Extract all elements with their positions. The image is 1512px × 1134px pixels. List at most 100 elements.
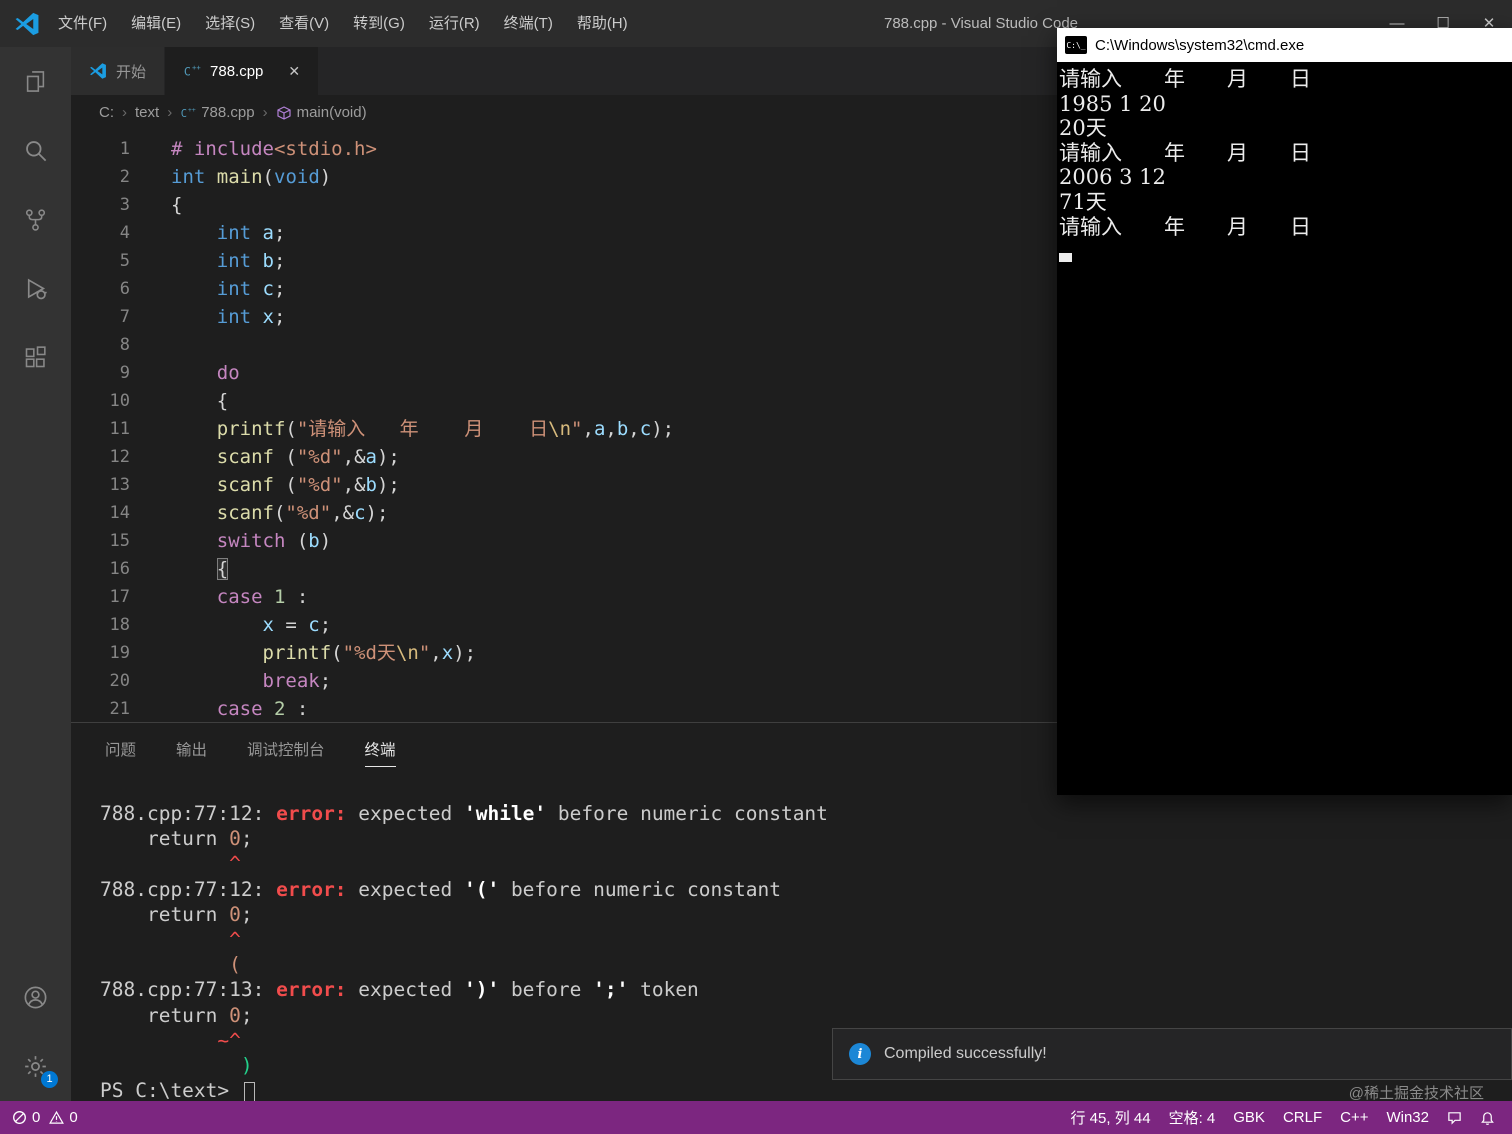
account-icon	[22, 984, 49, 1011]
line-number: 13	[109, 475, 130, 495]
cmd-line: 20天	[1059, 116, 1107, 141]
window-title: 788.cpp - Visual Studio Code	[884, 15, 1079, 32]
breadcrumb-label: main(void)	[296, 104, 367, 121]
code-text: scanf ("%d",&a);	[216, 446, 400, 468]
line-number: 9	[119, 363, 130, 383]
breadcrumb-item[interactable]: text	[135, 104, 159, 121]
line-number: 7	[119, 307, 130, 327]
menu-item[interactable]: 转到(G)	[341, 0, 417, 47]
code-text: int c;	[216, 278, 286, 300]
panel-tab-debug-console[interactable]: 调试控制台	[247, 738, 325, 767]
activity-bar-bottom: 1	[0, 963, 71, 1101]
cmd-window[interactable]: C:\_ C:\Windows\system32\cmd.exe 请输入 年 月…	[1057, 28, 1512, 795]
error-count: 0	[32, 1109, 41, 1126]
terminal-line: return 0;	[100, 827, 253, 851]
terminal-cursor	[243, 1082, 255, 1103]
status-item[interactable]: Win32	[1377, 1109, 1438, 1126]
vscode-logo-icon	[89, 62, 107, 80]
watermark: @稀土掘金技术社区	[1348, 1085, 1484, 1102]
breadcrumb-label: text	[135, 104, 160, 121]
bell-button[interactable]	[1471, 1110, 1504, 1125]
code-text: int a;	[216, 222, 286, 244]
info-icon: i	[849, 1043, 871, 1065]
panel-tab-output[interactable]: 输出	[176, 738, 207, 767]
chevron-right-icon: ›	[262, 104, 268, 121]
terminal-line: PS C:\text>	[100, 1078, 1512, 1103]
problems-indicator[interactable]: 0 0	[0, 1109, 82, 1126]
cmd-console[interactable]: 请输入 年 月 日 1985 1 20 20天 请输入 年 月 日 2006 3 12 7…	[1057, 62, 1512, 795]
breadcrumb-label: C:	[99, 104, 114, 121]
run-debug-button[interactable]	[0, 254, 71, 323]
account-button[interactable]	[0, 963, 71, 1032]
status-item[interactable]: CRLF	[1274, 1109, 1331, 1126]
settings-button[interactable]: 1	[0, 1032, 71, 1101]
code-text: x = c;	[262, 614, 332, 636]
code-text: case 2 :	[216, 698, 309, 720]
tab-788-cpp[interactable]: C ++ 788.cpp ✕	[165, 47, 320, 95]
line-number: 14	[109, 503, 130, 523]
cmd-title-bar[interactable]: C:\_ C:\Windows\system32\cmd.exe	[1057, 28, 1512, 62]
code-text: do	[216, 362, 240, 384]
breadcrumb-item[interactable]: C ++ 788.cpp	[180, 104, 255, 121]
code-text: # include<stdio.h>	[171, 138, 377, 160]
search-icon	[22, 137, 49, 164]
tab-start[interactable]: 开始	[71, 47, 166, 95]
menu-item[interactable]: 选择(S)	[193, 0, 267, 47]
code-text: scanf("%d",&c);	[216, 502, 389, 524]
status-item[interactable]: C++	[1331, 1109, 1377, 1126]
line-number: 21	[109, 699, 130, 719]
line-number: 2	[119, 167, 130, 187]
chevron-right-icon: ›	[122, 104, 127, 121]
menu-item[interactable]: 编辑(E)	[119, 0, 193, 47]
extensions-icon	[22, 344, 49, 371]
code-text: int x;	[216, 306, 286, 328]
status-bar-right: 行 45, 列 44 空格: 4 GBK CRLF C++ Win32	[1062, 1107, 1512, 1128]
extensions-button[interactable]	[0, 323, 71, 392]
settings-badge: 1	[41, 1071, 58, 1088]
status-item[interactable]: 空格: 4	[1160, 1107, 1225, 1128]
svg-text:++: ++	[188, 106, 196, 114]
code-text: int main(void)	[171, 166, 332, 188]
source-control-button[interactable]	[0, 185, 71, 254]
line-number: 5	[119, 251, 130, 271]
code-text: printf("%d天\n",x);	[262, 642, 477, 664]
status-item[interactable]: GBK	[1224, 1109, 1274, 1126]
panel-tab-problems[interactable]: 问题	[105, 738, 136, 767]
line-number: 12	[109, 447, 130, 467]
explorer-button[interactable]	[0, 47, 71, 116]
breadcrumb-item[interactable]: C:	[99, 104, 114, 121]
source-control-icon	[22, 206, 49, 233]
errors-icon	[12, 1110, 27, 1125]
svg-text:++: ++	[192, 63, 201, 72]
svg-text:C: C	[181, 108, 187, 120]
menu-item[interactable]: 查看(V)	[267, 0, 341, 47]
code-text: {	[171, 390, 229, 412]
line-number: 15	[109, 531, 130, 551]
menu-item[interactable]: 帮助(H)	[565, 0, 640, 47]
tab-label: 788.cpp	[210, 62, 264, 80]
warnings-icon	[49, 1110, 65, 1125]
terminal-line: ^	[100, 852, 241, 876]
menu-item[interactable]: 运行(R)	[417, 0, 492, 47]
cmd-cursor	[1059, 253, 1072, 263]
line-number: 10	[109, 391, 130, 411]
breadcrumb-item[interactable]: main(void)	[276, 104, 367, 121]
panel-tab-terminal[interactable]: 终端	[364, 738, 396, 767]
notification-toast[interactable]: i Compiled successfully!	[832, 1028, 1512, 1080]
close-icon[interactable]: ✕	[288, 63, 300, 80]
activity-bar: 1	[0, 47, 71, 1101]
code-text: switch (b)	[216, 530, 332, 552]
line-number: 1	[119, 139, 130, 159]
chevron-right-icon: ›	[167, 104, 173, 121]
code-text: int b;	[216, 250, 286, 272]
vscode-logo-icon	[14, 11, 40, 37]
menu-item[interactable]: 终端(T)	[492, 0, 565, 47]
feedback-button[interactable]	[1438, 1110, 1471, 1125]
cmd-line: 请输入 年 月 日	[1059, 67, 1311, 91]
status-item[interactable]: 行 45, 列 44	[1062, 1107, 1160, 1128]
menu-item[interactable]: 文件(F)	[46, 0, 119, 47]
feedback-icon	[1447, 1110, 1462, 1125]
search-button[interactable]	[0, 116, 71, 185]
bell-icon	[1480, 1110, 1495, 1125]
